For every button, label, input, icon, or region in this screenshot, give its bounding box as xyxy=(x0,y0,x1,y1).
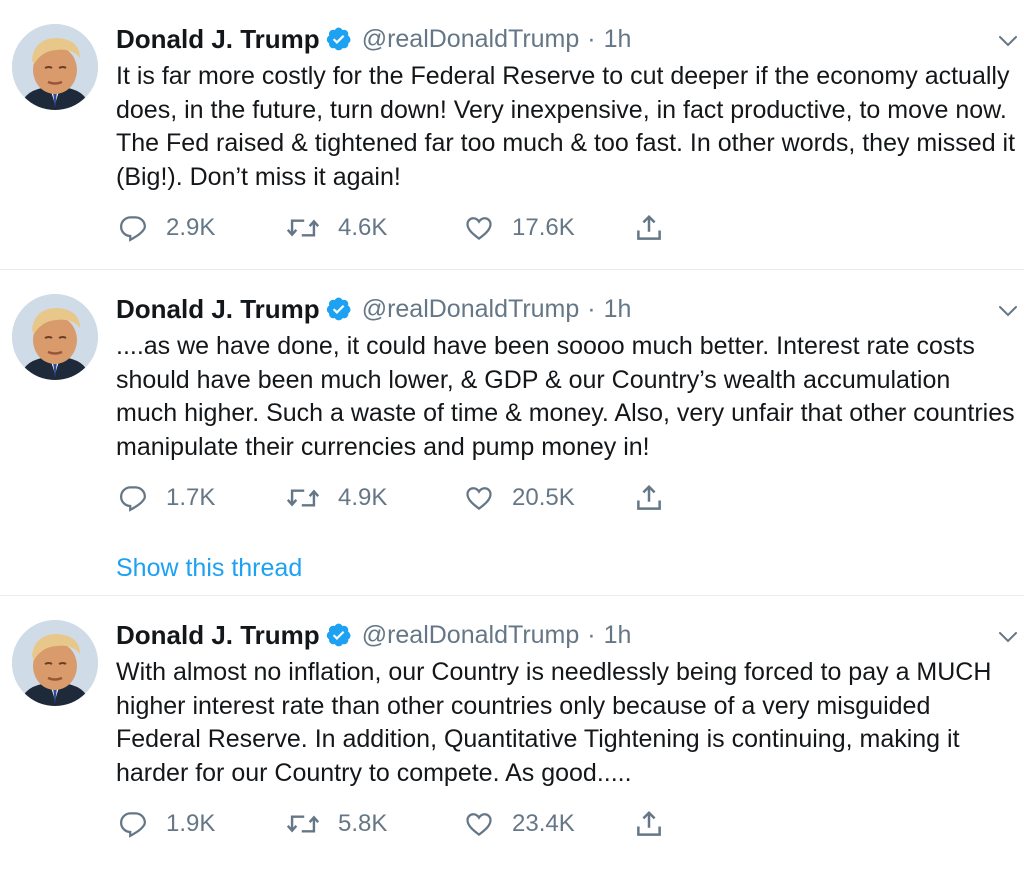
chevron-down-icon[interactable] xyxy=(998,630,1018,644)
separator-dot: · xyxy=(587,24,596,53)
share-icon xyxy=(637,810,661,836)
share-icon xyxy=(637,214,661,240)
avatar[interactable] xyxy=(12,24,98,110)
tweet[interactable]: Donald J. Trump @realDonaldTrump · 1h ..… xyxy=(0,270,1024,596)
tweet[interactable]: Donald J. Trump @realDonaldTrump · 1h Wi… xyxy=(0,596,1024,876)
share-icon xyxy=(637,484,661,510)
chevron-down-icon[interactable] xyxy=(998,304,1018,318)
tweet-timestamp[interactable]: 1h xyxy=(604,295,632,324)
retweet-count: 4.6K xyxy=(338,214,388,241)
share-button[interactable] xyxy=(634,210,664,246)
author-handle[interactable]: @realDonaldTrump xyxy=(362,25,580,54)
author-handle[interactable]: @realDonaldTrump xyxy=(362,621,580,650)
like-count: 17.6K xyxy=(512,214,575,241)
retweet-count: 4.9K xyxy=(338,484,388,511)
avatar[interactable] xyxy=(12,294,98,380)
author-name[interactable]: Donald J. Trump xyxy=(116,620,320,651)
tweet-timestamp[interactable]: 1h xyxy=(604,621,632,650)
author-name[interactable]: Donald J. Trump xyxy=(116,24,320,55)
reply-icon xyxy=(119,216,146,242)
share-button[interactable] xyxy=(634,480,664,516)
author-handle[interactable]: @realDonaldTrump xyxy=(362,295,580,324)
verified-badge-icon xyxy=(326,622,352,648)
retweet-count: 5.8K xyxy=(338,810,388,837)
avatar[interactable] xyxy=(12,620,98,706)
tweet[interactable]: Donald J. Trump @realDonaldTrump · 1h It… xyxy=(0,0,1024,270)
like-button[interactable]: 23.4K xyxy=(464,806,575,842)
reply-button[interactable]: 1.7K xyxy=(118,480,215,516)
tweet-feed: Donald J. Trump @realDonaldTrump · 1h It… xyxy=(0,0,1024,876)
heart-icon xyxy=(466,813,492,837)
separator-dot: · xyxy=(587,620,596,649)
retweet-button[interactable]: 5.8K xyxy=(286,806,387,842)
retweet-button[interactable]: 4.6K xyxy=(286,210,387,246)
verified-badge-icon xyxy=(326,296,352,322)
author-name[interactable]: Donald J. Trump xyxy=(116,294,320,325)
avatar-image xyxy=(12,294,98,380)
like-button[interactable]: 20.5K xyxy=(464,480,575,516)
tweet-header: Donald J. Trump @realDonaldTrump · 1h xyxy=(116,618,631,652)
tweet-text: With almost no inflation, our Country is… xyxy=(116,658,992,787)
reply-count: 1.7K xyxy=(166,484,216,511)
avatar-image xyxy=(12,24,98,110)
tweet-header: Donald J. Trump @realDonaldTrump · 1h xyxy=(116,292,631,326)
tweet-text: ....as we have done, it could have been … xyxy=(116,332,1015,461)
reply-button[interactable]: 2.9K xyxy=(118,210,215,246)
chevron-down-icon[interactable] xyxy=(998,34,1018,48)
heart-icon xyxy=(466,487,492,511)
tweet-text: It is far more costly for the Federal Re… xyxy=(116,62,1016,191)
avatar-image xyxy=(12,620,98,706)
retweet-icon xyxy=(286,815,320,833)
tweet-header: Donald J. Trump @realDonaldTrump · 1h xyxy=(116,22,631,56)
reply-count: 1.9K xyxy=(166,810,216,837)
tweet-timestamp[interactable]: 1h xyxy=(604,25,632,54)
tweet-actions: 2.9K 4.6K 17.6K xyxy=(116,210,716,246)
reply-icon xyxy=(119,486,146,512)
reply-count: 2.9K xyxy=(166,214,216,241)
share-button[interactable] xyxy=(634,806,664,842)
tweet-actions: 1.7K 4.9K 20.5K xyxy=(116,480,716,516)
retweet-button[interactable]: 4.9K xyxy=(286,480,387,516)
like-button[interactable]: 17.6K xyxy=(464,210,575,246)
verified-badge-icon xyxy=(326,26,352,52)
retweet-icon xyxy=(286,489,320,507)
like-count: 23.4K xyxy=(512,810,575,837)
reply-icon xyxy=(119,812,146,838)
reply-button[interactable]: 1.9K xyxy=(118,806,215,842)
heart-icon xyxy=(466,217,492,241)
like-count: 20.5K xyxy=(512,484,575,511)
separator-dot: · xyxy=(587,294,596,323)
show-thread-link[interactable]: Show this thread xyxy=(116,554,302,583)
retweet-icon xyxy=(286,219,320,237)
tweet-actions: 1.9K 5.8K 23.4K xyxy=(116,806,716,842)
